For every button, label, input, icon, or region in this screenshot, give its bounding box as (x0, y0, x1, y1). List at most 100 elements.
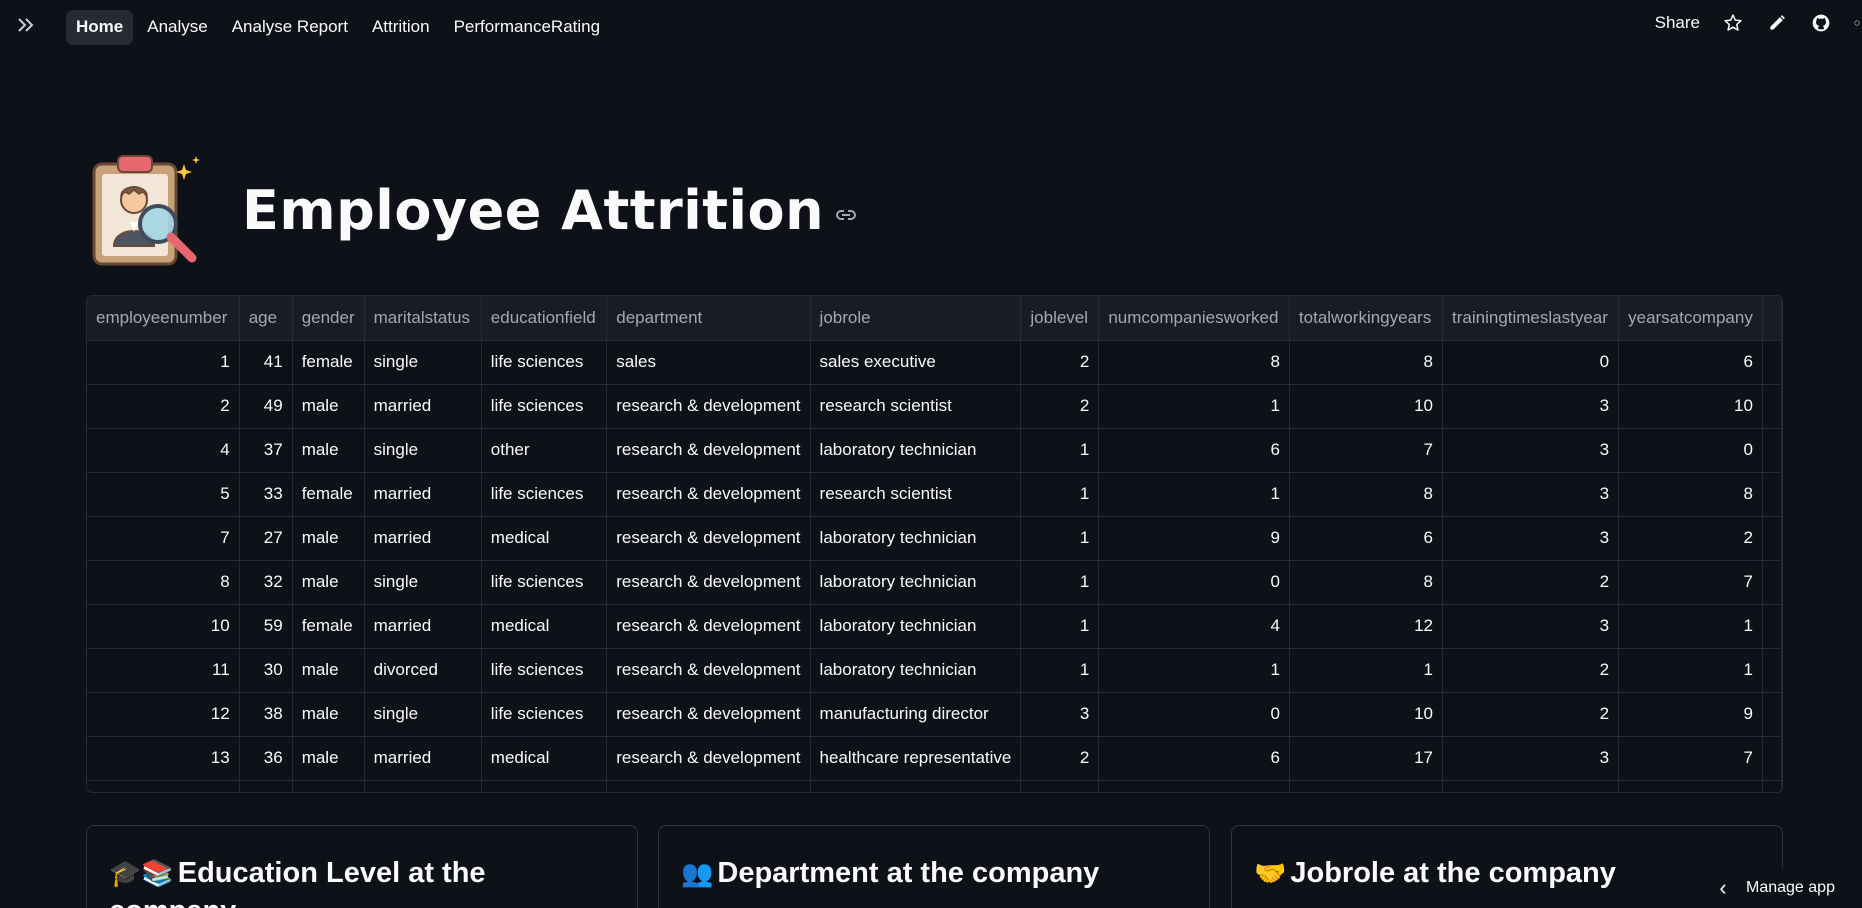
table-cell[interactable]: research & development (606, 648, 811, 693)
table-cell[interactable]: married (364, 780, 482, 792)
table-cell[interactable]: 1 (87, 340, 240, 385)
table-cell[interactable]: 41 (239, 340, 293, 385)
table-cell[interactable]: 0 (1618, 428, 1763, 473)
table-cell[interactable]: 4 (1098, 604, 1290, 649)
table-cell[interactable]: other (481, 428, 608, 473)
table-cell[interactable]: 1 (1020, 604, 1100, 649)
table-cell[interactable]: 10 (87, 604, 240, 649)
table-row[interactable]: 1435malemarriedmedicalresearch & develop… (87, 780, 1782, 792)
table-cell[interactable]: life sciences (481, 560, 608, 605)
table-cell[interactable]: single (364, 692, 482, 737)
table-cell[interactable]: 10 (1289, 384, 1444, 429)
table-cell[interactable]: female (292, 472, 365, 517)
table-cell[interactable]: 8 (1289, 560, 1444, 605)
table-cell[interactable]: 8 (1618, 472, 1763, 517)
column-header[interactable]: joblevel (1020, 296, 1100, 341)
table-cell[interactable]: 6 (1289, 516, 1444, 561)
table-cell[interactable]: 17 (1289, 736, 1444, 781)
table-cell[interactable]: 6 (1098, 736, 1290, 781)
manage-app-button[interactable]: ‹ Manage app (1710, 868, 1862, 908)
table-cell[interactable]: 5 (1442, 780, 1620, 792)
table-cell[interactable]: medical (481, 780, 608, 792)
table-cell[interactable]: 49 (239, 384, 293, 429)
table-cell[interactable]: 8 (87, 560, 240, 605)
nav-home[interactable]: Home (66, 10, 134, 45)
table-cell[interactable]: 10 (1618, 384, 1763, 429)
table-cell[interactable]: laboratory technician (810, 604, 1022, 649)
table-cell[interactable]: 2 (1020, 384, 1100, 429)
table-cell[interactable]: 12 (1289, 604, 1444, 649)
table-cell[interactable]: manufacturing director (810, 692, 1022, 737)
table-cell[interactable]: male (292, 692, 365, 737)
table-cell[interactable]: laboratory technician (810, 780, 1022, 792)
table-cell[interactable]: single (364, 340, 482, 385)
table-cell[interactable]: 2 (1020, 736, 1100, 781)
table-row[interactable]: 2 49 male married life sciences research & de… (87, 384, 1782, 429)
table-cell[interactable]: medical (481, 604, 608, 649)
table-cell[interactable]: 1 (1098, 384, 1290, 429)
table-cell[interactable]: married (364, 736, 482, 781)
table-cell[interactable]: 2 (1618, 516, 1763, 561)
table-cell[interactable]: life sciences (481, 692, 608, 737)
table-cell[interactable]: 7 (1618, 736, 1763, 781)
table-cell[interactable]: divorced (364, 648, 482, 693)
more-button[interactable] (1854, 12, 1860, 34)
column-header[interactable]: numcompaniesworked (1098, 296, 1290, 341)
table-cell[interactable]: research & development (606, 692, 811, 737)
table-cell[interactable]: life sciences (481, 472, 608, 517)
table-cell[interactable]: life sciences (481, 648, 608, 693)
table-cell[interactable]: 6 (1289, 780, 1444, 792)
table-cell[interactable]: female (292, 340, 365, 385)
table-cell[interactable]: 35 (239, 780, 293, 792)
table-cell[interactable]: 7 (1289, 428, 1444, 473)
table-cell[interactable]: life sciences (481, 340, 608, 385)
link-icon[interactable] (834, 203, 858, 227)
table-cell[interactable]: male (292, 428, 365, 473)
table-cell[interactable]: 8 (1289, 340, 1444, 385)
table-cell[interactable]: 12 (87, 692, 240, 737)
github-button[interactable] (1810, 12, 1832, 34)
table-cell[interactable]: research & development (606, 780, 811, 792)
favorite-button[interactable] (1722, 12, 1744, 34)
table-cell[interactable]: 9 (1618, 692, 1763, 737)
table-cell[interactable]: 33 (239, 472, 293, 517)
table-cell[interactable]: married (364, 516, 482, 561)
table-cell[interactable]: life sciences (481, 384, 608, 429)
table-cell[interactable]: male (292, 384, 365, 429)
table-cell[interactable]: male (292, 780, 365, 792)
table-cell[interactable]: 32 (239, 560, 293, 605)
table-cell[interactable]: research & development (606, 736, 811, 781)
column-header[interactable]: educationfield (481, 296, 608, 341)
table-cell[interactable]: 30 (239, 648, 293, 693)
table-cell[interactable]: 59 (239, 604, 293, 649)
column-header[interactable]: trainingtimeslastyear (1442, 296, 1620, 341)
table-cell[interactable]: 1 (1289, 648, 1444, 693)
table-cell[interactable]: laboratory technician (810, 428, 1022, 473)
table-cell[interactable]: research & development (606, 428, 811, 473)
table-cell[interactable]: 37 (239, 428, 293, 473)
expand-sidebar-button[interactable] (14, 14, 38, 38)
table-cell[interactable]: 2 (87, 384, 240, 429)
table-cell[interactable]: 1 (1020, 428, 1100, 473)
table-cell[interactable]: research & development (606, 604, 811, 649)
column-header[interactable]: yearsatcompany (1618, 296, 1763, 341)
table-cell[interactable]: 1 (1020, 648, 1100, 693)
table-row[interactable]: 5 33 female married life sciences research & … (87, 472, 1782, 517)
table-cell[interactable]: research & development (606, 516, 811, 561)
table-cell[interactable]: married (364, 384, 482, 429)
table-cell[interactable]: 0 (1098, 692, 1290, 737)
table-cell[interactable]: married (364, 472, 482, 517)
table-cell[interactable]: 2 (1442, 648, 1620, 693)
table-cell[interactable]: married (364, 604, 482, 649)
table-cell[interactable]: 38 (239, 692, 293, 737)
table-cell[interactable]: 0 (1098, 780, 1290, 792)
table-cell[interactable]: 3 (1442, 516, 1620, 561)
table-row[interactable]: 10 59 female married medical research & devel… (87, 604, 1782, 649)
column-header[interactable]: gender (292, 296, 365, 341)
table-cell[interactable]: 3 (1442, 736, 1620, 781)
table-cell[interactable]: 5 (1618, 780, 1763, 792)
table-cell[interactable]: 1 (1020, 780, 1100, 792)
table-cell[interactable]: male (292, 648, 365, 693)
nav-performance-rating[interactable]: PerformanceRating (444, 10, 610, 45)
table-cell[interactable]: medical (481, 736, 608, 781)
